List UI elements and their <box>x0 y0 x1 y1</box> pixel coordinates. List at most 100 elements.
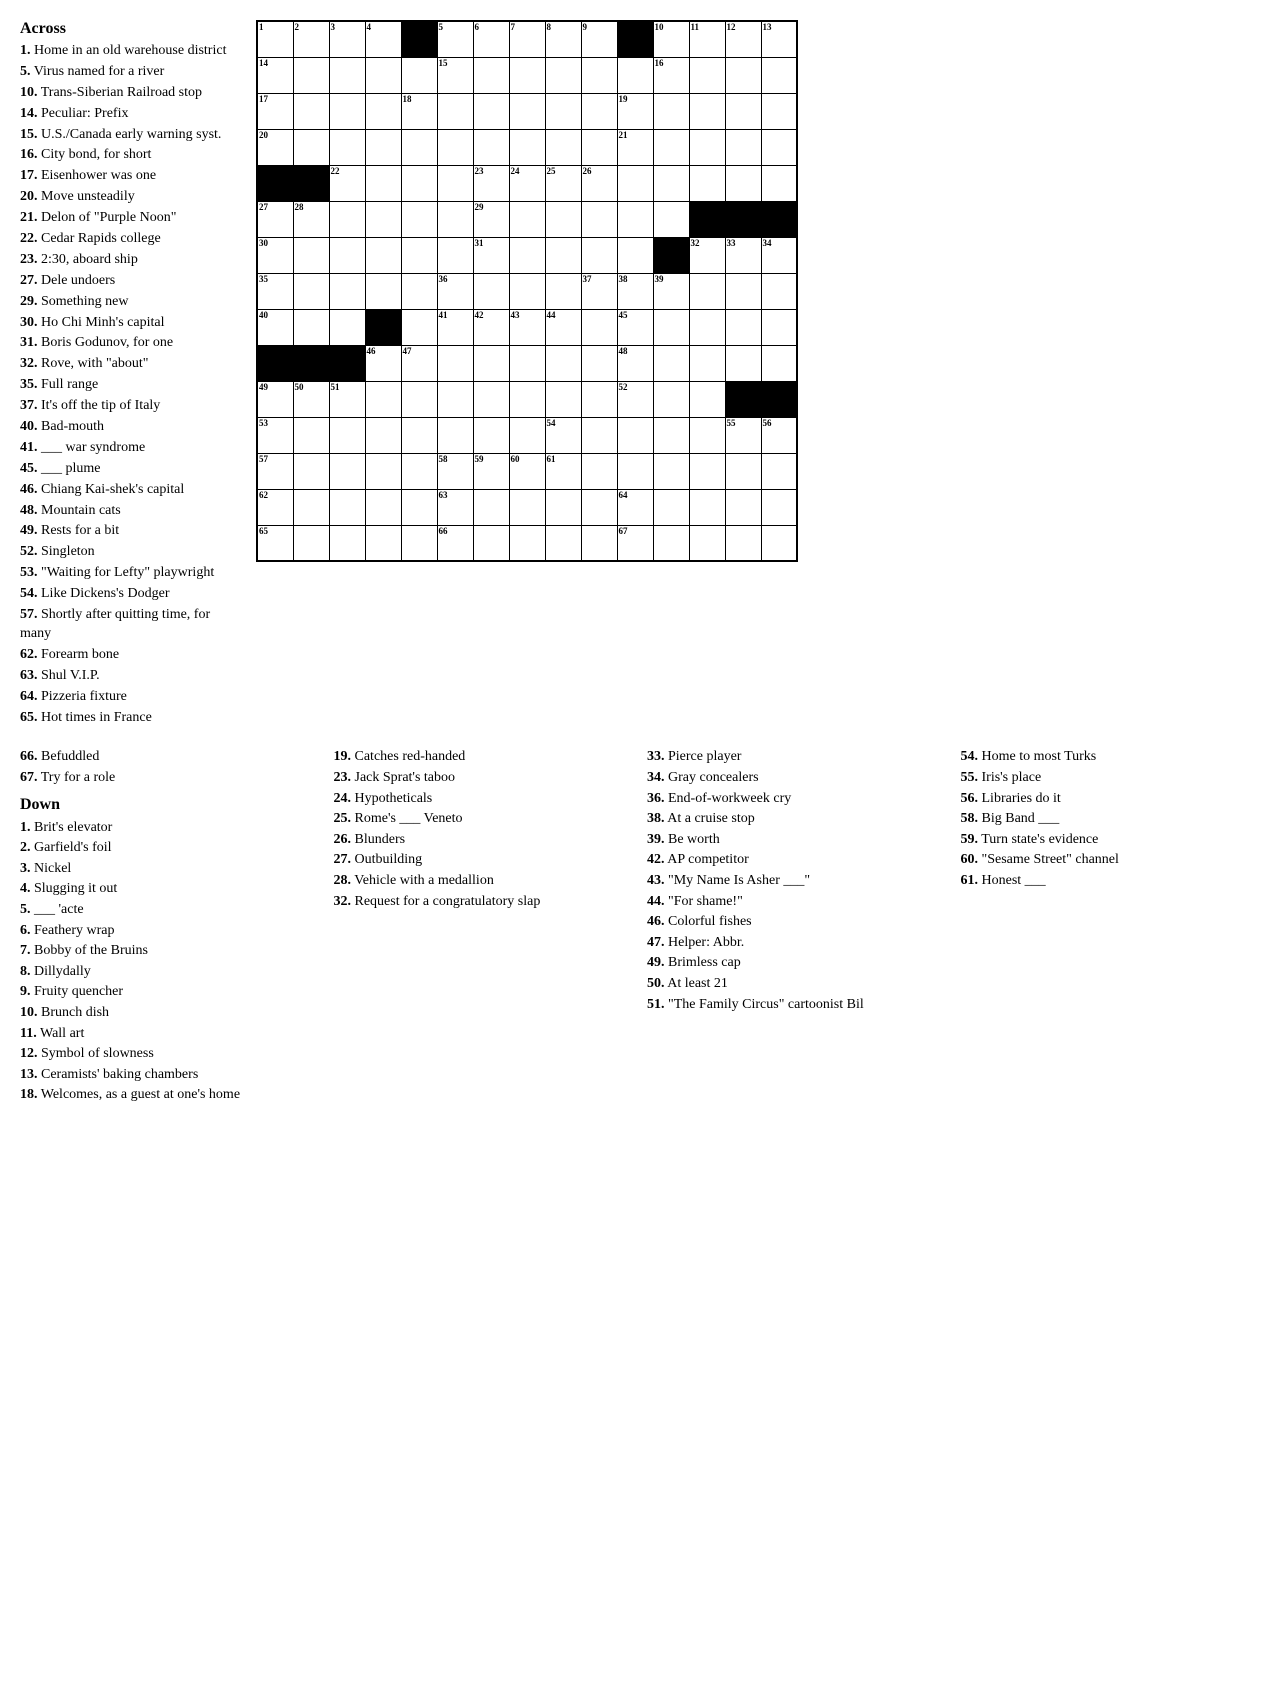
grid-cell[interactable] <box>725 489 761 525</box>
grid-cell[interactable]: 47 <box>401 345 437 381</box>
grid-cell[interactable] <box>473 381 509 417</box>
grid-cell[interactable]: 34 <box>761 237 797 273</box>
grid-cell[interactable] <box>293 345 329 381</box>
grid-cell[interactable]: 27 <box>257 201 293 237</box>
grid-cell[interactable] <box>365 93 401 129</box>
grid-cell[interactable] <box>653 165 689 201</box>
grid-cell[interactable] <box>761 165 797 201</box>
grid-cell[interactable] <box>329 273 365 309</box>
grid-cell[interactable] <box>581 237 617 273</box>
grid-cell[interactable] <box>293 273 329 309</box>
grid-cell[interactable]: 2 <box>293 21 329 57</box>
grid-cell[interactable] <box>725 381 761 417</box>
grid-cell[interactable] <box>473 273 509 309</box>
grid-cell[interactable] <box>257 345 293 381</box>
grid-cell[interactable]: 54 <box>545 417 581 453</box>
grid-cell[interactable] <box>545 525 581 561</box>
grid-cell[interactable] <box>761 453 797 489</box>
grid-cell[interactable] <box>365 273 401 309</box>
grid-cell[interactable] <box>437 237 473 273</box>
grid-cell[interactable]: 45 <box>617 309 653 345</box>
grid-cell[interactable] <box>293 453 329 489</box>
grid-cell[interactable]: 40 <box>257 309 293 345</box>
grid-cell[interactable] <box>581 57 617 93</box>
grid-cell[interactable]: 61 <box>545 453 581 489</box>
grid-cell[interactable] <box>365 237 401 273</box>
grid-cell[interactable]: 15 <box>437 57 473 93</box>
grid-cell[interactable] <box>689 453 725 489</box>
grid-cell[interactable] <box>293 93 329 129</box>
grid-cell[interactable] <box>293 489 329 525</box>
grid-cell[interactable]: 12 <box>725 21 761 57</box>
grid-cell[interactable] <box>401 309 437 345</box>
grid-cell[interactable] <box>473 129 509 165</box>
grid-cell[interactable]: 21 <box>617 129 653 165</box>
grid-cell[interactable] <box>401 21 437 57</box>
grid-cell[interactable] <box>365 453 401 489</box>
grid-cell[interactable] <box>257 165 293 201</box>
grid-cell[interactable] <box>401 417 437 453</box>
grid-cell[interactable] <box>509 381 545 417</box>
grid-cell[interactable] <box>653 309 689 345</box>
grid-cell[interactable] <box>437 381 473 417</box>
grid-cell[interactable] <box>581 129 617 165</box>
grid-cell[interactable] <box>509 201 545 237</box>
grid-cell[interactable]: 37 <box>581 273 617 309</box>
grid-cell[interactable] <box>761 489 797 525</box>
grid-cell[interactable] <box>545 57 581 93</box>
grid-cell[interactable]: 13 <box>761 21 797 57</box>
grid-cell[interactable]: 46 <box>365 345 401 381</box>
grid-cell[interactable]: 6 <box>473 21 509 57</box>
grid-cell[interactable] <box>365 381 401 417</box>
grid-cell[interactable]: 24 <box>509 165 545 201</box>
grid-cell[interactable]: 10 <box>653 21 689 57</box>
grid-cell[interactable] <box>437 93 473 129</box>
grid-cell[interactable] <box>401 129 437 165</box>
grid-cell[interactable] <box>437 129 473 165</box>
grid-cell[interactable]: 14 <box>257 57 293 93</box>
grid-cell[interactable]: 39 <box>653 273 689 309</box>
grid-cell[interactable] <box>509 417 545 453</box>
grid-cell[interactable] <box>293 309 329 345</box>
grid-cell[interactable] <box>329 57 365 93</box>
grid-cell[interactable] <box>509 93 545 129</box>
grid-cell[interactable] <box>761 57 797 93</box>
grid-cell[interactable] <box>329 93 365 129</box>
grid-cell[interactable]: 31 <box>473 237 509 273</box>
grid-cell[interactable] <box>329 309 365 345</box>
grid-cell[interactable] <box>725 93 761 129</box>
grid-cell[interactable] <box>689 273 725 309</box>
grid-cell[interactable] <box>293 129 329 165</box>
grid-cell[interactable]: 26 <box>581 165 617 201</box>
grid-cell[interactable] <box>581 453 617 489</box>
grid-cell[interactable] <box>509 273 545 309</box>
grid-cell[interactable]: 16 <box>653 57 689 93</box>
grid-cell[interactable]: 53 <box>257 417 293 453</box>
grid-cell[interactable] <box>545 129 581 165</box>
grid-cell[interactable] <box>689 165 725 201</box>
grid-cell[interactable]: 48 <box>617 345 653 381</box>
grid-cell[interactable]: 22 <box>329 165 365 201</box>
grid-cell[interactable] <box>437 417 473 453</box>
grid-cell[interactable] <box>725 453 761 489</box>
grid-cell[interactable]: 58 <box>437 453 473 489</box>
grid-cell[interactable] <box>725 165 761 201</box>
grid-cell[interactable]: 55 <box>725 417 761 453</box>
grid-cell[interactable] <box>365 165 401 201</box>
grid-cell[interactable] <box>293 165 329 201</box>
grid-cell[interactable]: 32 <box>689 237 725 273</box>
grid-cell[interactable]: 41 <box>437 309 473 345</box>
grid-cell[interactable] <box>365 489 401 525</box>
grid-cell[interactable] <box>761 345 797 381</box>
grid-cell[interactable] <box>437 165 473 201</box>
grid-cell[interactable] <box>545 93 581 129</box>
grid-cell[interactable]: 5 <box>437 21 473 57</box>
grid-cell[interactable] <box>401 489 437 525</box>
grid-cell[interactable] <box>617 453 653 489</box>
grid-cell[interactable] <box>653 417 689 453</box>
grid-cell[interactable] <box>473 93 509 129</box>
grid-cell[interactable]: 4 <box>365 21 401 57</box>
grid-cell[interactable] <box>689 129 725 165</box>
grid-cell[interactable]: 29 <box>473 201 509 237</box>
grid-cell[interactable] <box>545 237 581 273</box>
